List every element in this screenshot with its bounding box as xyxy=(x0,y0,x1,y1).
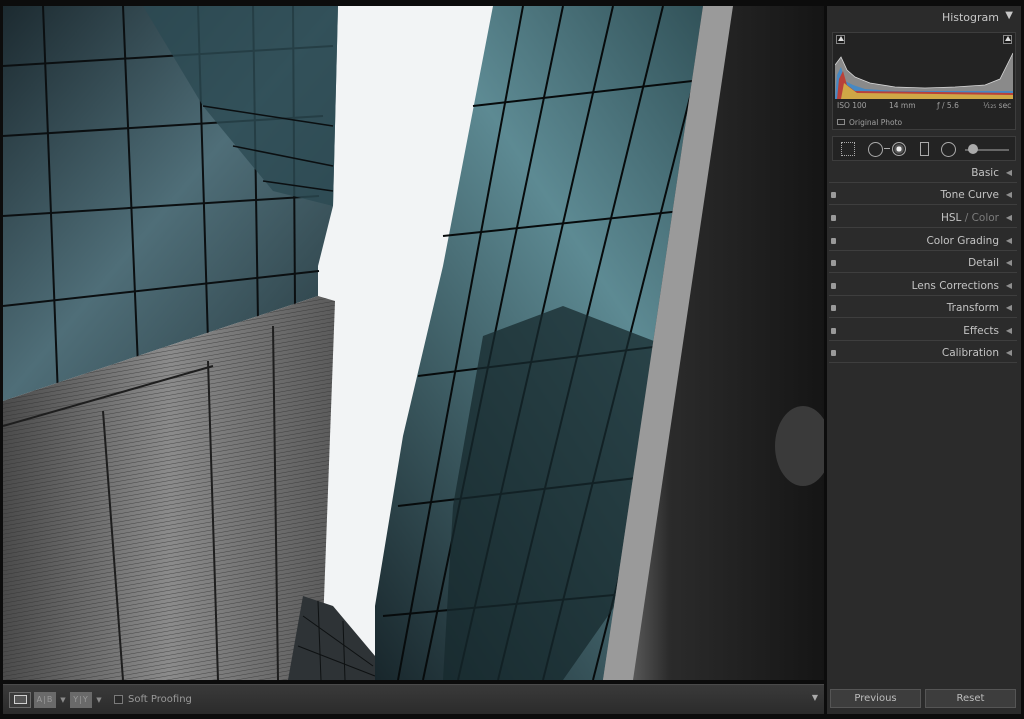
expand-triangle-icon[interactable]: ◀ xyxy=(1006,303,1012,312)
survey-menu-chevron-icon[interactable]: ▼ xyxy=(95,692,103,708)
photo-image xyxy=(3,6,824,680)
panel-label: Transform xyxy=(946,302,999,314)
reset-button[interactable]: Reset xyxy=(925,689,1016,708)
histogram-graph xyxy=(835,35,1013,99)
panel-basic[interactable]: Basic ◀ xyxy=(829,163,1017,183)
panel-toggle-switch[interactable] xyxy=(831,283,836,289)
collapse-triangle-icon[interactable]: ▼ xyxy=(1005,10,1013,21)
photo-canvas[interactable] xyxy=(3,6,824,680)
expand-triangle-icon[interactable]: ◀ xyxy=(1006,326,1012,335)
exif-focal-length: 14 mm xyxy=(889,101,916,110)
red-eye-icon[interactable] xyxy=(892,142,906,156)
loupe-view-icon[interactable] xyxy=(9,691,31,708)
graduated-filter-icon[interactable] xyxy=(920,142,929,156)
expand-triangle-icon[interactable]: ◀ xyxy=(1006,348,1012,357)
compare-menu-chevron-icon[interactable]: ▼ xyxy=(59,692,67,708)
panel-hsl-color[interactable]: HSL / Color ◀ xyxy=(829,208,1017,228)
panel-label: Tone Curve xyxy=(940,189,999,201)
original-photo-label: Original Photo xyxy=(849,117,903,127)
histogram[interactable]: ISO 100 14 mm ƒ / 5.6 ¹⁄₁₂₅ sec Original… xyxy=(832,32,1016,130)
expand-triangle-icon[interactable]: ◀ xyxy=(1006,213,1012,222)
crop-overlay-icon[interactable] xyxy=(841,142,855,156)
panel-lens-corrections[interactable]: Lens Corrections ◀ xyxy=(829,276,1017,296)
panel-toggle-switch[interactable] xyxy=(831,260,836,266)
panel-label: Detail xyxy=(968,257,999,269)
expand-triangle-icon[interactable]: ◀ xyxy=(1006,236,1012,245)
original-photo-row[interactable]: Original Photo xyxy=(837,116,902,128)
panel-color-grading[interactable]: Color Grading ◀ xyxy=(829,231,1017,251)
highlight-clipping-icon[interactable] xyxy=(1003,35,1012,44)
shadow-clipping-icon[interactable] xyxy=(836,35,845,44)
soft-proofing-checkbox[interactable] xyxy=(114,695,123,704)
panel-detail[interactable]: Detail ◀ xyxy=(829,253,1017,273)
toolbar-content-chevron-icon[interactable]: ▼ xyxy=(812,693,818,702)
panel-toggle-switch[interactable] xyxy=(831,350,836,356)
panel-label: Basic xyxy=(971,167,999,179)
previous-button[interactable]: Previous xyxy=(830,689,921,708)
panel-label: Lens Corrections xyxy=(911,280,999,292)
exif-shutter: ¹⁄₁₂₅ sec xyxy=(983,101,1012,110)
exif-aperture: ƒ / 5.6 xyxy=(937,101,959,110)
exif-iso: ISO 100 xyxy=(837,101,867,110)
panel-label: HSL / Color xyxy=(941,212,999,224)
survey-view-icon[interactable]: Y|Y xyxy=(70,691,92,708)
panel-label: Color Grading xyxy=(926,235,999,247)
develop-right-panel: Histogram ▼ ISO 100 14 mm ƒ / 5.6 ¹⁄₁₂₅ … xyxy=(827,6,1021,714)
radial-filter-icon[interactable] xyxy=(941,142,956,157)
lightroom-develop-window: A|B ▼ Y|Y ▼ Soft Proofing ▼ Histogram ▼ xyxy=(0,0,1024,719)
panel-toggle-switch[interactable] xyxy=(831,305,836,311)
bottom-toolbar: A|B ▼ Y|Y ▼ Soft Proofing ▼ xyxy=(3,684,824,714)
adjustment-brush-icon[interactable] xyxy=(968,144,978,154)
panel-label: Effects xyxy=(963,325,999,337)
panel-label-color[interactable]: / Color xyxy=(961,212,999,224)
panel-transform[interactable]: Transform ◀ xyxy=(829,298,1017,318)
panel-toggle-switch[interactable] xyxy=(831,192,836,198)
histogram-header[interactable]: Histogram ▼ xyxy=(827,6,1021,28)
expand-triangle-icon[interactable]: ◀ xyxy=(1006,190,1012,199)
soft-proofing-label: Soft Proofing xyxy=(128,694,192,705)
panel-toggle-switch[interactable] xyxy=(831,238,836,244)
expand-triangle-icon[interactable]: ◀ xyxy=(1006,168,1012,177)
panel-tone-curve[interactable]: Tone Curve ◀ xyxy=(829,185,1017,205)
panel-calibration[interactable]: Calibration ◀ xyxy=(829,343,1017,363)
panel-effects[interactable]: Effects ◀ xyxy=(829,321,1017,341)
tool-strip xyxy=(832,136,1016,161)
histogram-title: Histogram xyxy=(941,11,999,24)
panel-toggle-switch[interactable] xyxy=(831,328,836,334)
panel-label: Calibration xyxy=(941,347,999,359)
panel-label-hsl[interactable]: HSL xyxy=(941,212,961,224)
original-photo-icon xyxy=(837,119,845,125)
expand-triangle-icon[interactable]: ◀ xyxy=(1006,258,1012,267)
spot-removal-icon[interactable] xyxy=(868,142,883,157)
compare-view-icon[interactable]: A|B xyxy=(34,691,56,708)
expand-triangle-icon[interactable]: ◀ xyxy=(1006,281,1012,290)
spot-removal-arrow-icon xyxy=(884,148,890,149)
exif-info: ISO 100 14 mm ƒ / 5.6 ¹⁄₁₂₅ sec xyxy=(833,101,1015,113)
panel-toggle-switch[interactable] xyxy=(831,215,836,221)
